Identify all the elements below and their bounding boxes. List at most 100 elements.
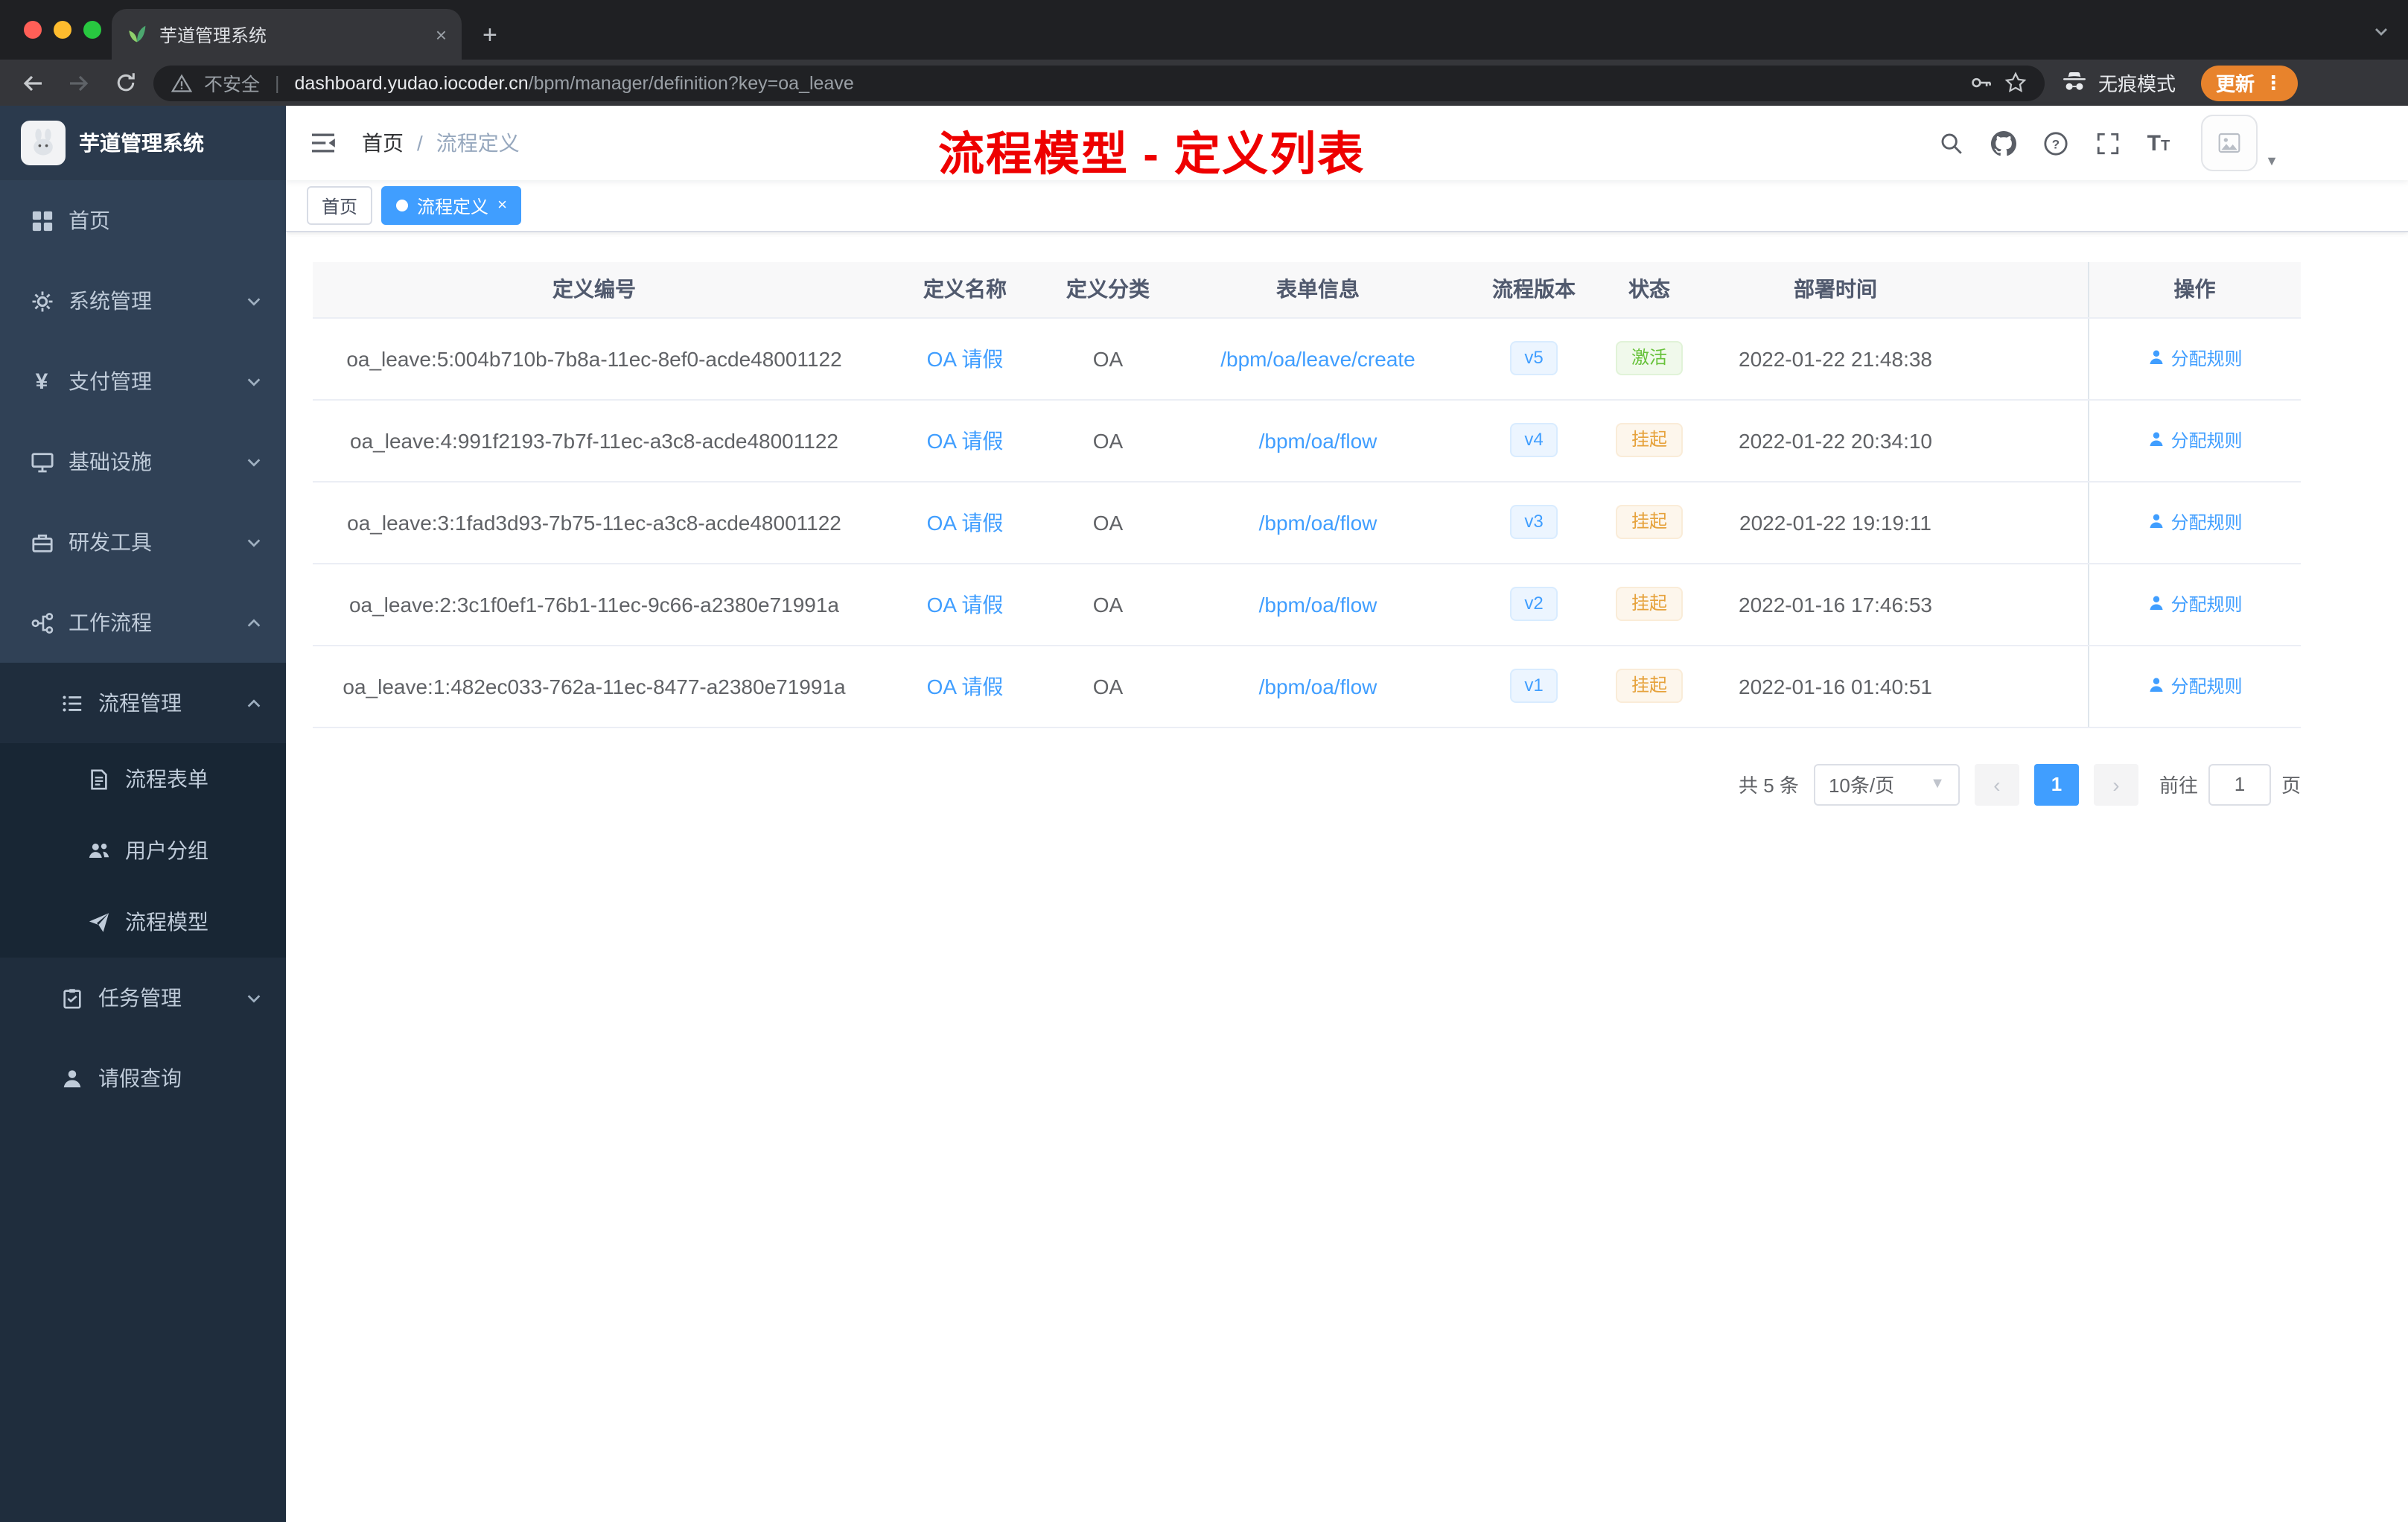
tags-bar: 首页 流程定义 ×	[286, 180, 2408, 232]
sidebar-filler	[0, 1118, 286, 1522]
cell-filler	[1966, 317, 2088, 400]
cell-definition-id: oa_leave:4:991f2193-7b7f-11ec-a3c8-acde4…	[313, 399, 876, 482]
assign-rule-link[interactable]: 分配规则	[2147, 427, 2243, 453]
page-number-button[interactable]: 1	[2033, 763, 2079, 805]
url-host: dashboard.yudao.iocoder.cn	[294, 72, 529, 93]
address-bar[interactable]: 不安全 | dashboard.yudao.iocoder.cn/bpm/man…	[153, 65, 2045, 101]
tab-search-icon[interactable]	[2372, 21, 2390, 48]
tag-close-icon[interactable]: ×	[497, 197, 507, 214]
prev-page-button[interactable]: ‹	[1974, 763, 2019, 805]
update-button[interactable]: 更新 ⋮	[2201, 65, 2299, 101]
sidebar-item-process-form[interactable]: 流程表单	[0, 743, 286, 815]
yen-icon: ¥	[35, 369, 48, 394]
password-key-icon[interactable]	[1970, 71, 1993, 94]
app-logo[interactable]: 芋道管理系统	[0, 106, 286, 180]
user-icon	[2149, 678, 2163, 692]
avatar[interactable]	[2201, 115, 2258, 171]
favicon	[127, 24, 147, 45]
form-link[interactable]: /bpm/oa/flow	[1259, 592, 1377, 616]
sidebar-item-user-group[interactable]: 用户分组	[0, 815, 286, 886]
cell-category: OA	[1054, 317, 1162, 400]
next-page-button[interactable]: ›	[2093, 763, 2138, 805]
home-icon	[30, 208, 54, 232]
status-badge: 挂起	[1616, 669, 1682, 703]
tab-close-icon[interactable]: ×	[436, 25, 447, 44]
forward-icon[interactable]	[61, 65, 97, 101]
sidebar-item-payment[interactable]: ¥ 支付管理	[0, 341, 286, 421]
page-size-select[interactable]: 10条/页 ▼	[1813, 763, 1960, 805]
assign-rule-link[interactable]: 分配规则	[2147, 673, 2243, 698]
maximize-window-button[interactable]	[83, 21, 101, 39]
sidebar: 芋道管理系统 首页 系统管理 ¥ 支付管理 基础设施 研发工具 工作流程 流程管…	[0, 106, 286, 1522]
cell-deploy-time: 2022-01-16 01:40:51	[1705, 645, 1966, 727]
form-link[interactable]: /bpm/oa/flow	[1259, 674, 1377, 698]
form-link[interactable]: /bpm/oa/flow	[1259, 428, 1377, 452]
sidebar-item-devtools[interactable]: 研发工具	[0, 502, 286, 582]
user-icon	[2149, 351, 2163, 365]
form-link[interactable]: /bpm/oa/flow	[1259, 510, 1377, 534]
svg-text:?: ?	[2052, 136, 2060, 150]
sidebar-item-label: 工作流程	[69, 611, 152, 634]
chevron-up-icon	[247, 698, 261, 707]
pagination: 共 5 条 10条/页 ▼ ‹ 1 › 前往 页	[313, 763, 2301, 805]
col-deploy-time: 部署时间	[1705, 262, 1966, 318]
tag-label: 首页	[322, 196, 358, 217]
form-link[interactable]: /bpm/oa/leave/create	[1220, 346, 1415, 370]
goto-page-input[interactable]	[2208, 763, 2271, 805]
minimize-window-button[interactable]	[54, 21, 71, 39]
col-actions: 操作	[2087, 262, 2301, 318]
definition-name-link[interactable]: OA 请假	[927, 428, 1004, 452]
assign-rule-link[interactable]: 分配规则	[2147, 509, 2243, 535]
browser-tabstrip: 芋道管理系统 × +	[0, 0, 2408, 60]
github-icon[interactable]	[1991, 130, 2018, 156]
sidebar-item-process-model[interactable]: 流程模型	[0, 886, 286, 958]
sidebar-item-label: 支付管理	[69, 369, 152, 393]
chevron-up-icon	[247, 618, 261, 626]
sidebar-item-workflow[interactable]: 工作流程	[0, 582, 286, 663]
sidebar-item-process-management[interactable]: 流程管理	[0, 663, 286, 743]
definition-name-link[interactable]: OA 请假	[927, 674, 1004, 698]
close-window-button[interactable]	[24, 21, 42, 39]
table-row: oa_leave:3:1fad3d93-7b75-11ec-a3c8-acde4…	[313, 481, 2301, 564]
security-label[interactable]: 不安全	[204, 69, 260, 97]
new-tab-button[interactable]: +	[482, 22, 497, 48]
cell-filler	[1966, 645, 2088, 727]
list-icon	[60, 691, 83, 715]
browser-tab[interactable]: 芋道管理系统 ×	[112, 9, 462, 60]
url-path: /bpm/manager/definition?key=oa_leave	[528, 72, 854, 93]
search-icon[interactable]	[1939, 130, 1966, 156]
definition-name-link[interactable]: OA 请假	[927, 346, 1004, 370]
sidebar-item-task-management[interactable]: 任务管理	[0, 958, 286, 1038]
tag-home[interactable]: 首页	[307, 186, 373, 225]
sidebar-item-label: 基础设施	[69, 450, 152, 474]
reload-icon[interactable]	[107, 65, 143, 101]
sidebar-item-home[interactable]: 首页	[0, 180, 286, 261]
cell-category: OA	[1054, 563, 1162, 646]
assign-rule-link[interactable]: 分配规则	[2147, 591, 2243, 617]
tag-process-definition[interactable]: 流程定义 ×	[381, 186, 522, 225]
fullscreen-icon[interactable]	[2095, 130, 2122, 156]
sidebar-item-system[interactable]: 系统管理	[0, 261, 286, 341]
help-icon[interactable]: ?	[2043, 130, 2070, 156]
form-icon	[86, 767, 110, 791]
back-icon[interactable]	[15, 65, 51, 101]
sidebar-toggle-button[interactable]	[308, 128, 338, 158]
browser-menu-icon[interactable]: ⋮	[2264, 71, 2283, 95]
version-badge: v3	[1509, 505, 1558, 539]
gear-icon	[30, 289, 54, 313]
font-size-icon[interactable]: TT	[2147, 132, 2170, 154]
definition-name-link[interactable]: OA 请假	[927, 510, 1004, 534]
sidebar-item-infrastructure[interactable]: 基础设施	[0, 421, 286, 502]
cell-definition-id: oa_leave:5:004b710b-7b8a-11ec-8ef0-acde4…	[313, 317, 876, 400]
sidebar-item-leave-query[interactable]: 请假查询	[0, 1038, 286, 1118]
status-badge: 激活	[1616, 341, 1682, 375]
user-menu[interactable]: ▼	[2201, 115, 2278, 171]
page-size-value: 10条/页	[1828, 774, 1895, 797]
breadcrumb-home[interactable]: 首页	[362, 128, 404, 158]
paper-plane-icon	[86, 910, 110, 934]
assign-rule-link[interactable]: 分配规则	[2147, 346, 2243, 371]
cell-deploy-time: 2022-01-22 19:19:11	[1705, 481, 1966, 564]
bookmark-star-icon[interactable]	[2004, 71, 2027, 94]
definition-name-link[interactable]: OA 请假	[927, 592, 1004, 616]
assign-rule-label: 分配规则	[2170, 593, 2243, 615]
